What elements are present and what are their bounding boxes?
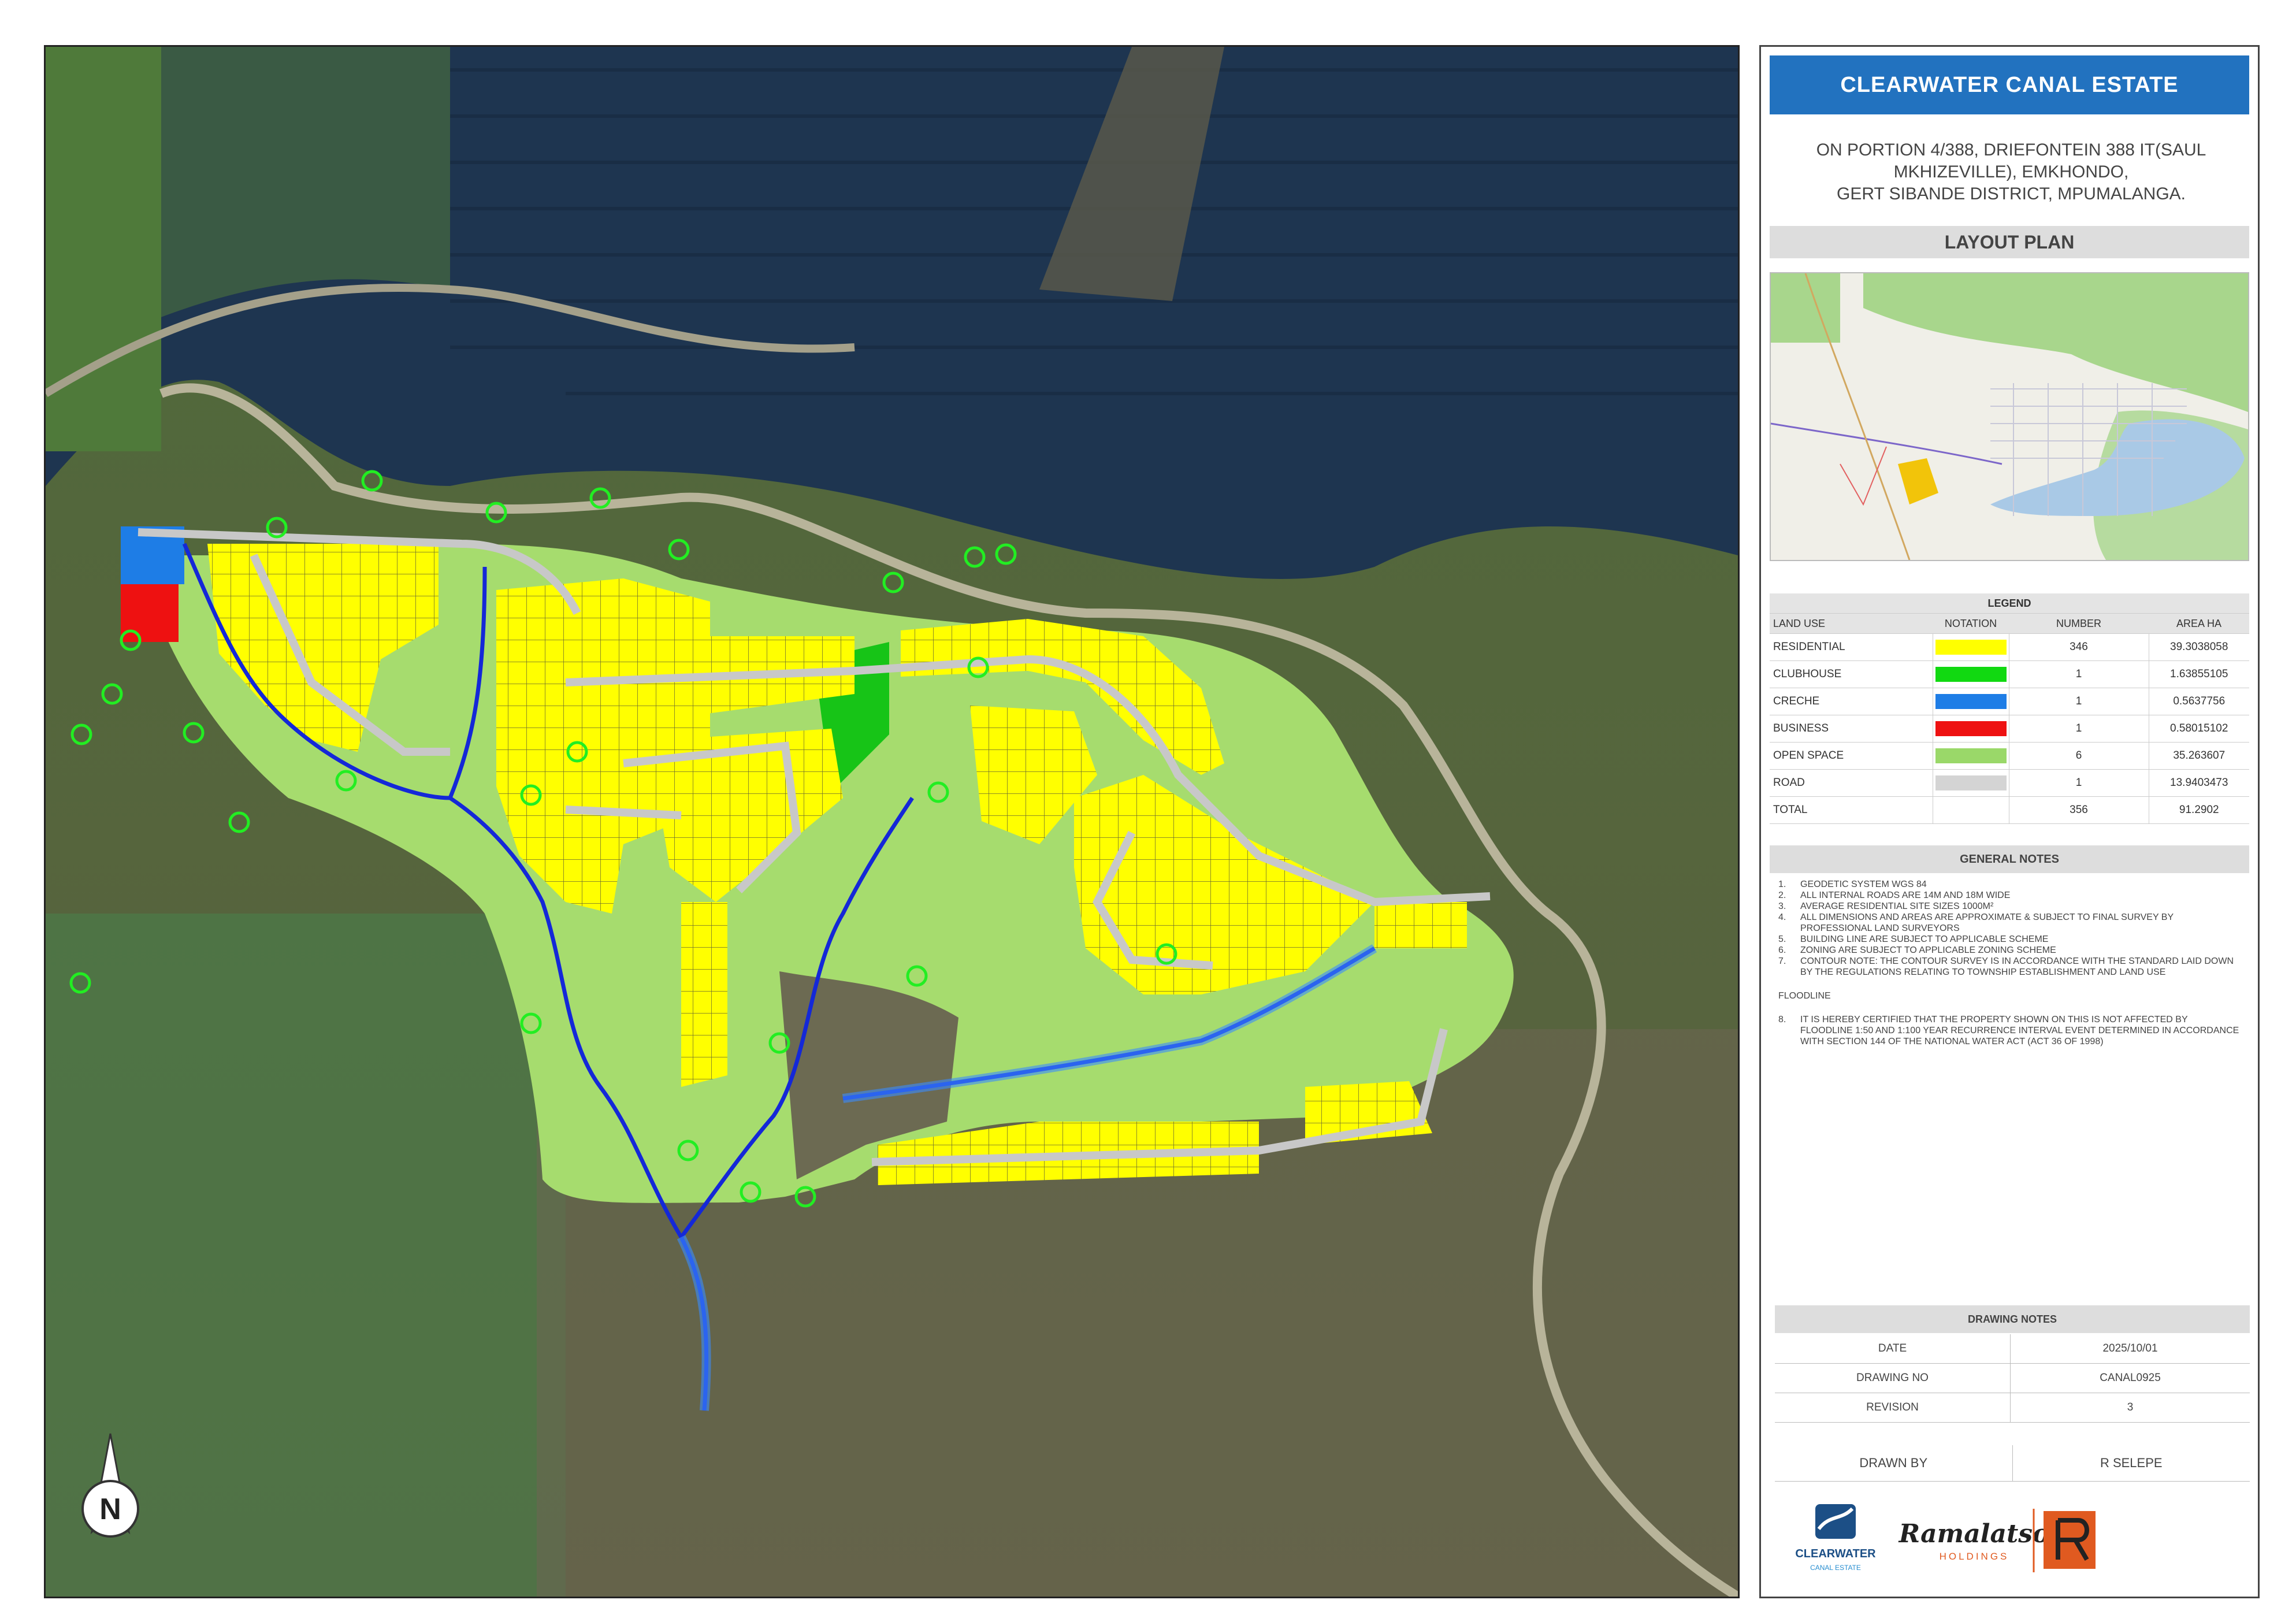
floodline-heading: FLOODLINE: [1778, 991, 1831, 1001]
legend-number: 1: [2008, 769, 2149, 797]
address-line: MKHIZEVILLE), EMKHONDO,: [1893, 162, 2129, 181]
swatch-creche: [1935, 694, 2007, 709]
drawing-notes-heading: DRAWING NOTES: [1775, 1305, 2250, 1333]
site-map[interactable]: N: [44, 45, 1740, 1598]
inset-map-drawing: [1771, 273, 2248, 560]
swatch-residential: [1935, 640, 2007, 655]
legend-area: 0.5637756: [2148, 688, 2249, 715]
legend-row-open-space: OPEN SPACE 6 35.263607: [1770, 742, 2249, 770]
legend-notation: [1932, 633, 2009, 661]
drawn-by-row: DRAWN BY R SELEPE: [1775, 1445, 2250, 1482]
legend-number: 6: [2008, 742, 2149, 770]
legend-number: 1: [2008, 660, 2149, 688]
legend-number: 1: [2008, 715, 2149, 743]
clearwater-logo: CLEARWATER CANAL ESTATE: [1795, 1504, 1876, 1572]
legend-col-notation: NOTATION: [1933, 613, 2009, 634]
green-pasture: [46, 47, 161, 451]
legend-number: 1: [2008, 688, 2149, 715]
legend-row-creche: CRECHE 1 0.5637756: [1770, 688, 2249, 715]
legend-land-use: RESIDENTIAL: [1770, 633, 1933, 661]
legend-notation: [1932, 688, 2009, 715]
legend-land-use: ROAD: [1770, 769, 1933, 797]
legend-row-road: ROAD 1 13.9403473: [1770, 769, 2249, 797]
note-item: 4. ALL DIMENSIONS AND AREAS ARE APPROXIMA…: [1778, 912, 2174, 933]
property-address: ON PORTION 4/388, DRIEFONTEIN 388 IT(SAU…: [1773, 139, 2250, 205]
svg-text:CLEARWATER: CLEARWATER: [1795, 1547, 1876, 1560]
legend-col-number: NUMBER: [2009, 613, 2149, 634]
legend-total-number: 356: [2008, 796, 2149, 824]
drawing-note-row: DRAWING NO CANAL0925: [1775, 1363, 2250, 1393]
legend-row-clubhouse: CLUBHOUSE 1 1.63855105: [1770, 660, 2249, 688]
legend-area: 35.263607: [2148, 742, 2249, 770]
drawing-notes-table: DATE 2025/10/01 DRAWING NO CANAL0925 REVIS…: [1775, 1334, 2250, 1423]
ramalatso-logo: Ramalatso HOLDINGS: [1898, 1509, 2096, 1572]
legend-land-use: OPEN SPACE: [1770, 742, 1933, 770]
address-line: ON PORTION 4/388, DRIEFONTEIN 388 IT(SAU…: [1816, 140, 2206, 159]
note-item: 5. BUILDING LINE ARE SUBJECT TO APPLICABL…: [1778, 934, 2049, 944]
legend-heading: LEGEND: [1770, 593, 2249, 614]
svg-text:CANAL ESTATE: CANAL ESTATE: [1810, 1564, 1861, 1572]
locality-inset-map[interactable]: [1770, 272, 2249, 561]
legend-row-business: BUSINESS 1 0.58015102: [1770, 715, 2249, 743]
legend-row-total: TOTAL 356 91.2902: [1770, 796, 2249, 824]
swatch-road: [1935, 775, 2007, 790]
floodline-note: 8. IT IS HEREBY CERTIFIED THAT THE PROPER…: [1778, 1015, 2239, 1046]
legend-notation: [1932, 660, 2009, 688]
legend-notation: [1932, 742, 2009, 770]
legend-notation: [1932, 715, 2009, 743]
legend-notation: [1932, 769, 2009, 797]
legend-row-residential: RESIDENTIAL 346 39.3038058: [1770, 633, 2249, 661]
legend-area: 39.3038058: [2148, 633, 2249, 661]
svg-text:HOLDINGS: HOLDINGS: [1940, 1551, 2009, 1562]
legend-col-area: AREA HA: [2149, 613, 2249, 634]
legend-col-land-use: LAND USE: [1770, 613, 1933, 634]
legend-area: 13.9403473: [2148, 769, 2249, 797]
general-notes: 1. GEODETIC SYSTEM WGS 84 2. ALL INTERNAL …: [1778, 879, 2241, 1047]
legend-area: 0.58015102: [2148, 715, 2249, 743]
swatch-business: [1935, 721, 2007, 736]
legend-total-label: TOTAL: [1770, 796, 1933, 824]
legend-total-area: 91.2902: [2148, 796, 2249, 824]
business-site: [121, 584, 179, 642]
logos-drawing: CLEARWATER CANAL ESTATE Ramalatso HOLDIN…: [1795, 1504, 2096, 1572]
drawing-note-row: REVISION 3: [1775, 1393, 2250, 1423]
drawing-note-row: DATE 2025/10/01: [1775, 1334, 2250, 1364]
legend-land-use: CRECHE: [1770, 688, 1933, 715]
note-item: 7. CONTOUR NOTE: THE CONTOUR SURVEY IS IN…: [1778, 956, 2234, 977]
legend-area: 1.63855105: [2148, 660, 2249, 688]
svg-text:Ramalatso: Ramalatso: [1898, 1519, 2050, 1549]
note-item: 2. ALL INTERNAL ROADS ARE 14M AND 18M WID…: [1778, 890, 2011, 900]
swatch-open-space: [1935, 748, 2007, 763]
layout-plan-drawing: N: [46, 47, 1738, 1597]
drawn-by-value: R SELEPE: [2012, 1445, 2250, 1481]
swatch-clubhouse: [1935, 667, 2007, 682]
drawn-by-label: DRAWN BY: [1859, 1456, 1928, 1470]
company-logos: CLEARWATER CANAL ESTATE Ramalatso HOLDIN…: [1775, 1497, 2250, 1584]
title-block: CLEARWATER CANAL ESTATE ON PORTION 4/388…: [1759, 45, 2260, 1598]
north-arrow-letter: N: [99, 1493, 121, 1526]
address-line: GERT SIBANDE DISTRICT, MPUMALANGA.: [1837, 184, 2186, 203]
legend-notation: [1932, 796, 2009, 824]
general-notes-heading: GENERAL NOTES: [1770, 845, 2249, 873]
note-item: 1. GEODETIC SYSTEM WGS 84: [1778, 879, 1927, 889]
legend-table: LEGEND LAND USE NOTATION NUMBER AREA HA …: [1770, 593, 2249, 824]
note-item: 6. ZONING ARE SUBJECT TO APPLICABLE ZONIN…: [1778, 945, 2056, 955]
estate-title: CLEARWATER CANAL ESTATE: [1770, 55, 2249, 114]
layout-plan-heading: LAYOUT PLAN: [1770, 226, 2249, 258]
legend-land-use: BUSINESS: [1770, 715, 1933, 743]
legend-number: 346: [2008, 633, 2149, 661]
legend-land-use: CLUBHOUSE: [1770, 660, 1933, 688]
note-item: 3. AVERAGE RESIDENTIAL SITE SIZES 1000M²: [1778, 901, 1994, 911]
